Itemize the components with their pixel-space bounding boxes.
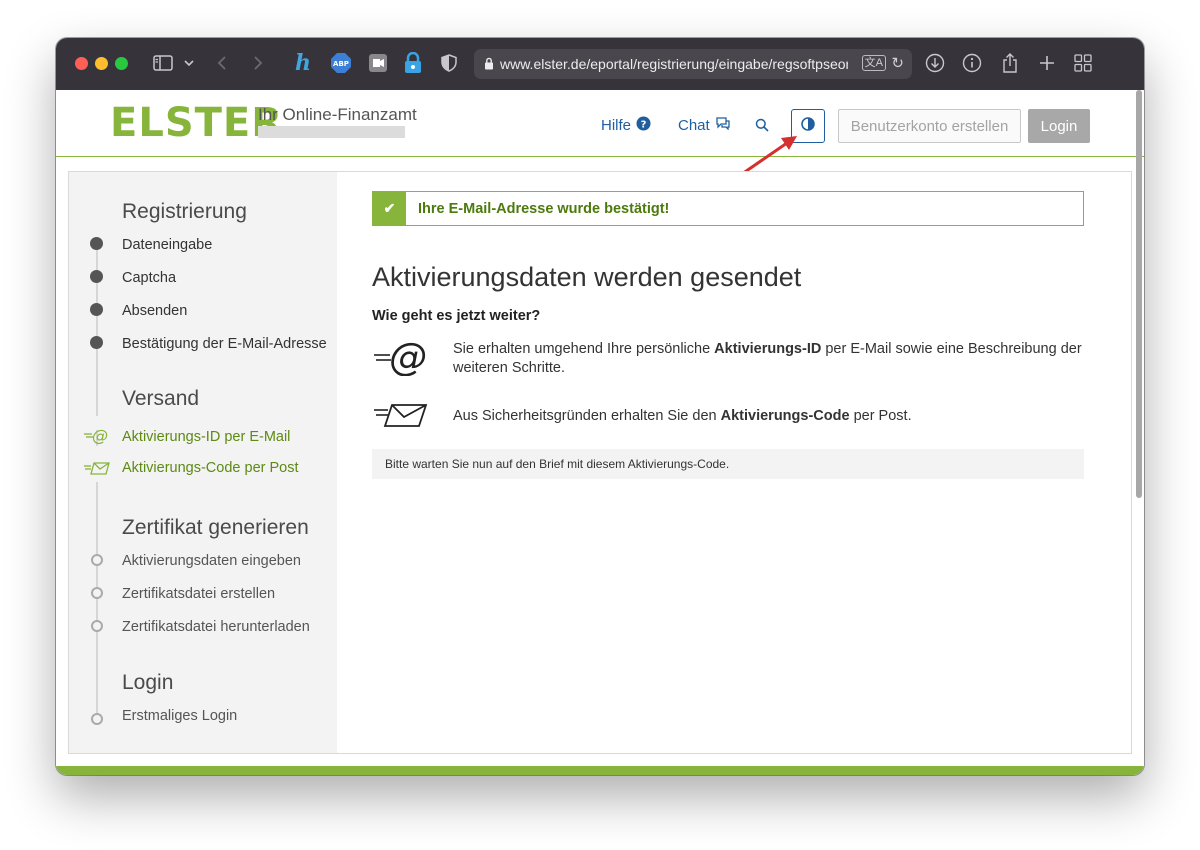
envelope-icon	[374, 404, 428, 427]
sidebar-item-erstmaliges-login: Erstmaliges Login	[122, 708, 238, 724]
address-bar[interactable]: www.elster.de/eportal/registrierung/eing…	[474, 49, 912, 79]
step-done-dot	[90, 270, 103, 283]
chat-label: Chat	[678, 116, 710, 134]
tagline-redaction-bar	[258, 126, 405, 138]
browser-window: h ABP www.elster.de/eportal/registrierun…	[56, 38, 1144, 775]
step-pending-dot	[91, 620, 103, 632]
create-account-button[interactable]: Benutzerkonto erstellen	[838, 109, 1021, 143]
sidebar-item-absenden: Absenden	[122, 303, 188, 319]
progress-line	[96, 482, 98, 724]
sidebar-heading-registrierung: Registrierung	[122, 200, 247, 223]
post-info-text: Aus Sicherheitsgründen erhalten Sie den …	[453, 407, 1093, 426]
shield-extension-icon[interactable]	[439, 51, 459, 75]
svg-text:@: @	[389, 338, 427, 376]
email-info-before: Sie erhalten umgehend Ihre persönliche	[453, 341, 715, 357]
email-at-icon: @	[83, 426, 111, 449]
success-message: Ihre E-Mail-Adresse wurde bestätigt!	[418, 200, 670, 217]
post-info-bold: Aktivierungs-Code	[720, 408, 850, 424]
back-icon[interactable]	[214, 51, 230, 75]
sidebar-item-captcha: Captcha	[122, 270, 177, 286]
email-at-icon: @	[374, 338, 427, 376]
step-pending-dot	[91, 587, 103, 599]
step-done-dot	[90, 303, 103, 316]
browser-toolbar: h ABP www.elster.de/eportal/registrierun…	[56, 38, 1144, 90]
sidebar-heading-versand: Versand	[122, 387, 200, 410]
honey-extension-icon[interactable]: h	[292, 50, 314, 76]
zoom-window-button[interactable]	[115, 57, 128, 70]
step-pending-dot	[91, 554, 103, 566]
translate-icon[interactable]: 文A	[861, 55, 886, 71]
progress-line	[96, 242, 98, 416]
email-info-bold: Aktivierungs-ID	[714, 341, 822, 357]
tagline: Ihr Online-Finanzamt	[258, 105, 417, 124]
sidebar-item-aktivierungsdaten: Aktivierungsdaten eingeben	[122, 553, 301, 569]
close-window-button[interactable]	[75, 57, 88, 70]
post-info-before: Aus Sicherheitsgründen erhalten Sie den	[453, 408, 721, 424]
svg-text:ABP: ABP	[333, 60, 349, 68]
sidebar-item-email-bestaetigung: Bestätigung der E-Mail-Adresse	[122, 336, 327, 352]
post-info-after: per Post.	[849, 408, 912, 424]
step-done-dot	[90, 336, 103, 349]
question-icon: ?	[636, 116, 651, 135]
sidebar-heading-login: Login	[122, 671, 174, 694]
info-icon[interactable]	[961, 51, 983, 75]
step-pending-dot	[91, 713, 103, 725]
email-info-text: Sie erhalten umgehend Ihre persönliche A…	[453, 340, 1093, 378]
help-link[interactable]: Hilfe ?	[601, 116, 651, 135]
main-content: ✔ Ihre E-Mail-Adresse wurde bestätigt! A…	[372, 172, 1112, 753]
page-scrollbar[interactable]	[1136, 90, 1142, 498]
minimize-window-button[interactable]	[95, 57, 108, 70]
sidebar-item-aktivierungs-id: Aktivierungs-ID per E-Mail	[122, 429, 291, 445]
step-done-dot	[90, 237, 103, 250]
password-extension-icon[interactable]	[402, 51, 424, 75]
waiting-note: Bitte warten Sie nun auf den Brief mit d…	[372, 449, 1084, 479]
envelope-icon	[83, 460, 111, 480]
content-frame: Registrierung Dateneingabe Captcha Absen…	[68, 171, 1132, 754]
footer-accent-bar	[56, 766, 1144, 775]
svg-text:@: @	[92, 427, 108, 445]
adblock-plus-icon[interactable]: ABP	[330, 51, 352, 75]
chat-link[interactable]: Chat	[678, 116, 731, 134]
page-title: Aktivierungsdaten werden gesendet	[372, 262, 802, 292]
sidebar-item-zertifikat-herunterladen: Zertifikatsdatei herunterladen	[122, 619, 310, 635]
sidebar-item-aktivierungs-code: Aktivierungs-Code per Post	[122, 460, 299, 476]
section-subtitle: Wie geht es jetzt weiter?	[372, 308, 541, 324]
progress-sidebar: Registrierung Dateneingabe Captcha Absen…	[69, 172, 337, 753]
login-button[interactable]: Login	[1028, 109, 1090, 143]
lock-icon	[484, 57, 494, 73]
reload-icon[interactable]: ↻	[891, 54, 904, 72]
success-alert: ✔ Ihre E-Mail-Adresse wurde bestätigt!	[372, 191, 1084, 226]
sidebar-item-zertifikat-erstellen: Zertifikatsdatei erstellen	[122, 586, 276, 602]
sidebar-item-dateneingabe: Dateneingabe	[122, 237, 213, 253]
help-label: Hilfe	[601, 117, 632, 134]
url-text: www.elster.de/eportal/registrierung/eing…	[500, 56, 848, 72]
sidebar-toggle-icon[interactable]	[152, 51, 174, 75]
web-page: ELSTER Ihr Online-Finanzamt Hilfe ? Chat	[56, 90, 1144, 775]
site-header: ELSTER Ihr Online-Finanzamt Hilfe ? Chat	[56, 90, 1144, 157]
share-icon[interactable]	[999, 51, 1021, 75]
tab-overview-icon[interactable]	[1072, 51, 1094, 75]
checkmark-icon: ✔	[373, 192, 406, 225]
sidebar-heading-zertifikat: Zertifikat generieren	[122, 516, 309, 539]
new-tab-icon[interactable]	[1036, 51, 1058, 75]
forward-icon[interactable]	[250, 51, 266, 75]
svg-text:?: ?	[641, 120, 647, 131]
download-icon[interactable]	[924, 51, 946, 75]
chevron-down-icon[interactable]	[182, 51, 196, 75]
camera-extension-icon[interactable]	[367, 51, 389, 75]
chat-bubble-icon	[715, 116, 731, 134]
